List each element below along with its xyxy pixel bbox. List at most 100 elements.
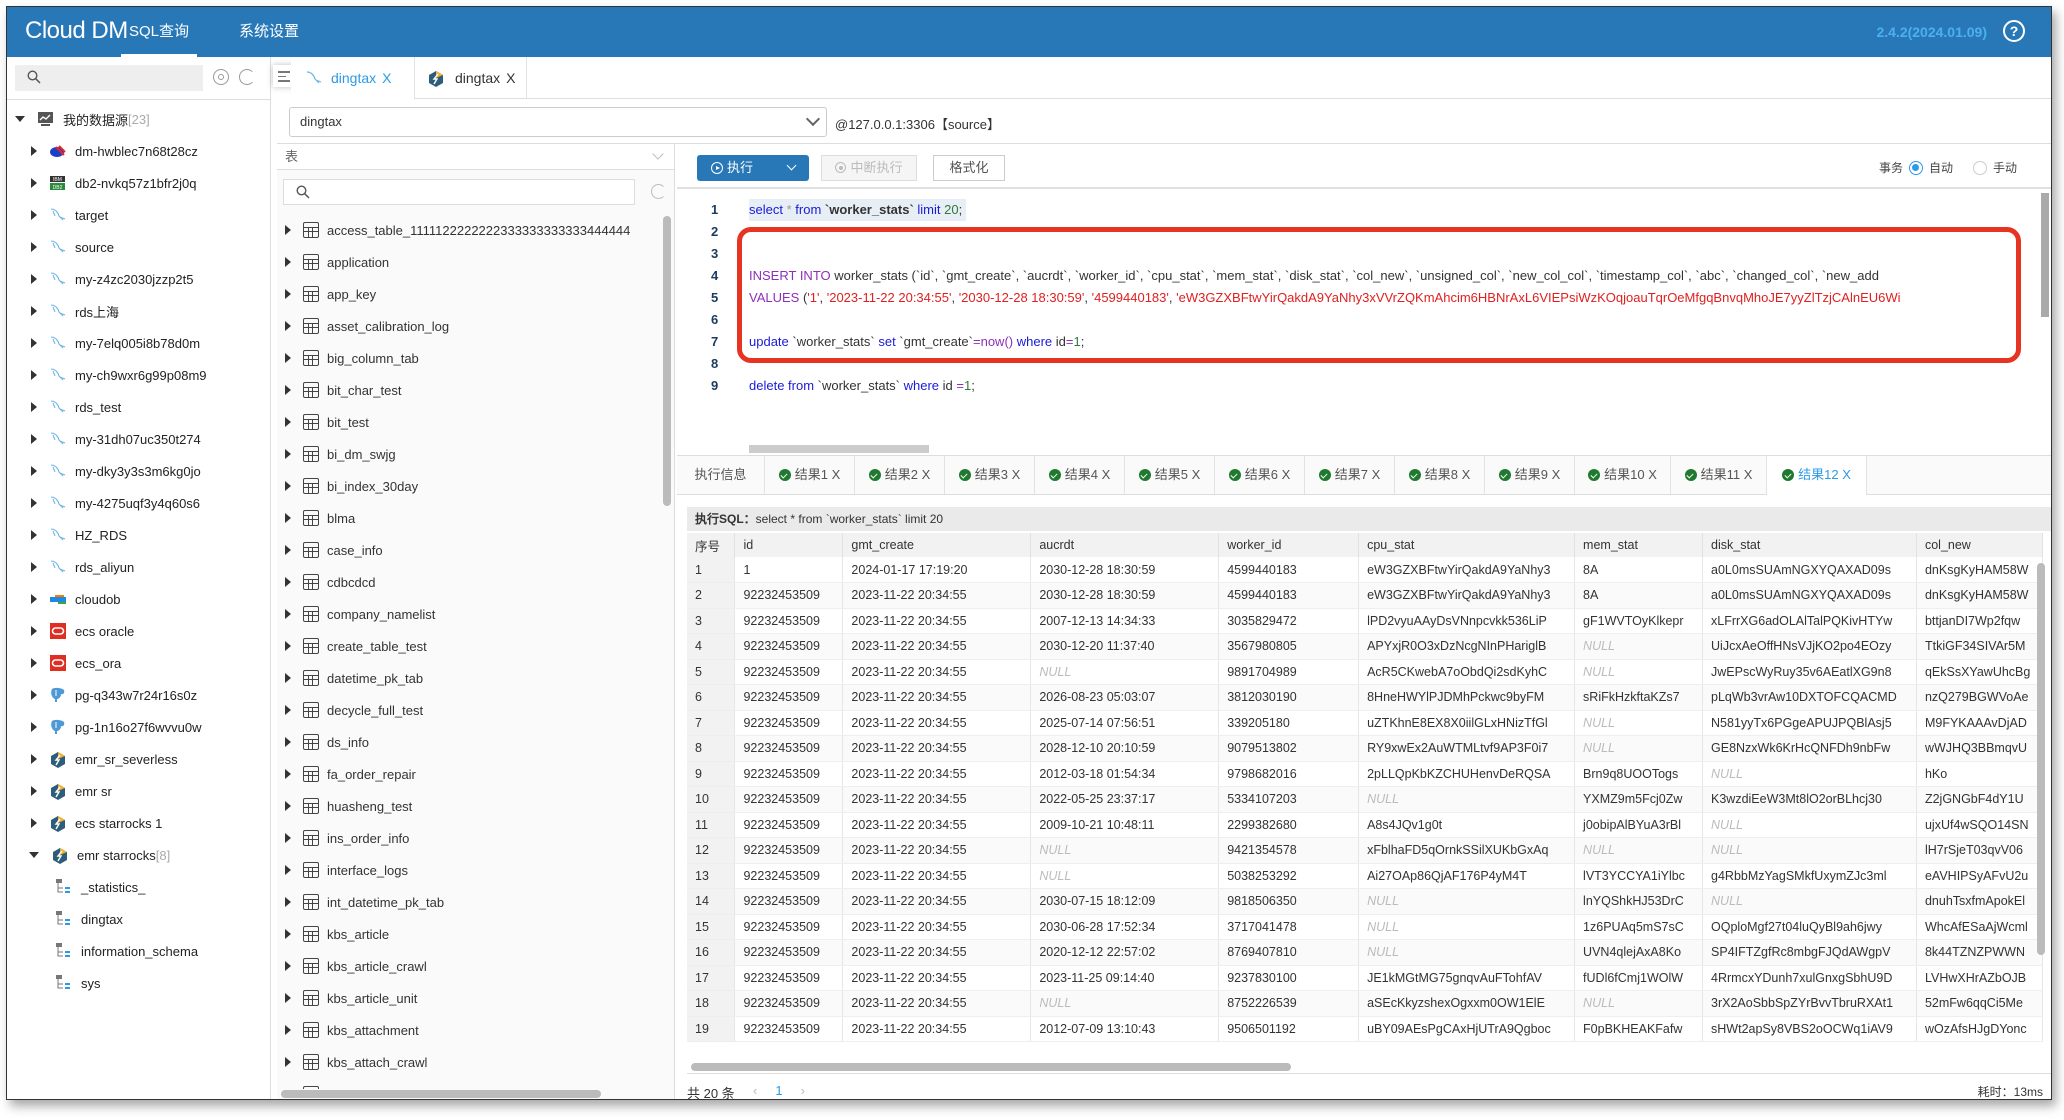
table-item[interactable]: application	[277, 246, 661, 278]
datasource-item-expanded[interactable]: emr starrocks [8]	[7, 839, 270, 871]
datasource-item[interactable]: ecs_ora	[7, 647, 270, 679]
table-cell[interactable]: 92232453509	[734, 786, 844, 813]
caret-right-icon[interactable]	[31, 754, 37, 764]
table-item[interactable]: access_table_111112222222233333333333344…	[277, 214, 661, 246]
result-tab[interactable]: 结果3 X	[945, 456, 1035, 494]
close-tab-icon[interactable]: X	[832, 467, 841, 482]
table-item[interactable]: fa_order_repair	[277, 758, 661, 790]
caret-right-icon[interactable]	[31, 402, 37, 412]
caret-right-icon[interactable]	[285, 385, 291, 395]
table-cell[interactable]: dnKsgKyHAM58W	[1916, 557, 2043, 583]
close-tab-icon[interactable]: X	[1012, 467, 1021, 482]
tree-root[interactable]: 我的数据源 [23]	[7, 103, 270, 135]
table-cell[interactable]: lPD2vyuAAyDsVNnpcvkk536LiP	[1358, 608, 1576, 634]
database-select[interactable]: dingtax	[289, 107, 827, 137]
column-header[interactable]: gmt_create	[842, 533, 1032, 557]
table-cell[interactable]: nzQ279BGWVoAe	[1916, 684, 2043, 711]
object-type-select[interactable]: 表	[277, 144, 674, 170]
caret-right-icon[interactable]	[285, 641, 291, 651]
table-cell[interactable]: a0L0msSUAmNGXYQAXAD09s	[1702, 557, 1917, 583]
result-grid-vscrollbar[interactable]	[2037, 563, 2045, 955]
table-cell[interactable]: F0pBKHEAKFafw	[1574, 1016, 1704, 1042]
table-item[interactable]: kbs_article_unit	[277, 982, 661, 1014]
table-item[interactable]: kbs_article_crawl	[277, 950, 661, 982]
table-cell[interactable]: 2020-12-12 22:57:02	[1030, 939, 1220, 966]
table-row[interactable]: 15 92232453509 2023-11-22 20:34:55 2030-06-…	[687, 914, 2043, 940]
table-cell[interactable]: 9079513802	[1218, 735, 1360, 762]
nav-tab-sql-query[interactable]: SQL查询	[120, 7, 198, 57]
caret-right-icon[interactable]	[31, 722, 37, 732]
table-list-hscrollbar[interactable]	[281, 1090, 601, 1098]
table-cell[interactable]: uBY09AEsPgCAxHjUTrA9Qgboc	[1358, 1016, 1576, 1042]
result-tab[interactable]: 结果11 X	[1671, 456, 1767, 494]
column-header[interactable]: col_new	[1916, 533, 2043, 557]
table-cell[interactable]: hKo	[1916, 761, 2043, 787]
datasource-item[interactable]: my-dky3y3s3m6kg0jo	[7, 455, 270, 487]
caret-right-icon[interactable]	[31, 818, 37, 828]
close-tab-icon[interactable]: X	[1648, 467, 1657, 482]
table-cell[interactable]: 8A	[1574, 557, 1704, 583]
table-item[interactable]: blma	[277, 502, 661, 534]
datasource-item[interactable]: my-z4zc2030jzzp2t5	[7, 263, 270, 295]
table-item[interactable]: kbs_attachment	[277, 1014, 661, 1046]
datasource-item[interactable]: cloudob	[7, 583, 270, 615]
schema-item[interactable]: sys	[7, 967, 270, 999]
table-item[interactable]: bit_char_test	[277, 374, 661, 406]
table-item[interactable]: kbs_article	[277, 918, 661, 950]
table-cell[interactable]: NULL	[1574, 990, 1704, 1017]
table-cell[interactable]: 2023-11-22 20:34:55	[842, 837, 1032, 864]
execute-dropdown-icon[interactable]	[786, 160, 797, 171]
datasource-item[interactable]: target	[7, 199, 270, 231]
table-cell[interactable]: 2023-11-22 20:34:55	[842, 863, 1032, 889]
caret-right-icon[interactable]	[285, 1025, 291, 1035]
datasource-item[interactable]: my-4275uqf3y4q60s6	[7, 487, 270, 519]
caret-down-icon[interactable]	[29, 852, 39, 858]
table-item[interactable]: company_namelist	[277, 598, 661, 630]
table-row[interactable]: 9 92232453509 2023-11-22 20:34:55 2012-03-1…	[687, 761, 2043, 787]
caret-right-icon[interactable]	[285, 225, 291, 235]
caret-right-icon[interactable]	[285, 449, 291, 459]
table-cell[interactable]: NULL	[1702, 888, 1917, 915]
table-cell[interactable]: 4599440183	[1218, 557, 1360, 583]
table-cell[interactable]: 1z6PUAq5mS7sC	[1574, 914, 1704, 940]
table-search-input[interactable]	[283, 179, 635, 205]
caret-right-icon[interactable]	[31, 594, 37, 604]
table-cell[interactable]: lH7rSjeT03qvV06	[1916, 837, 2043, 864]
result-tab[interactable]: 结果6 X	[1215, 456, 1305, 494]
table-cell[interactable]: NULL	[1358, 939, 1576, 966]
table-cell[interactable]: 2030-12-28 18:30:59	[1030, 557, 1220, 583]
table-row[interactable]: 17 92232453509 2023-11-22 20:34:55 2023-11-…	[687, 965, 2043, 991]
table-cell[interactable]: 8HneHWYlPJDMhPckwc9byFM	[1358, 684, 1576, 711]
table-cell[interactable]: eW3GZXBFtwYirQakdA9YaNhy3	[1358, 582, 1576, 609]
table-cell[interactable]: Ai27OAp86QjAF176P4yM4T	[1358, 863, 1576, 889]
table-cell[interactable]: qEkSsXYawUhcBg	[1916, 659, 2043, 685]
format-button[interactable]: 格式化	[933, 155, 1005, 181]
caret-right-icon[interactable]	[285, 801, 291, 811]
table-row[interactable]: 16 92232453509 2023-11-22 20:34:55 2020-12-…	[687, 939, 2043, 966]
help-icon[interactable]: ?	[2003, 20, 2025, 42]
table-cell[interactable]: 4RrmcxYDunh7xulGnxgSbhU9D	[1702, 965, 1917, 991]
table-cell[interactable]: 92232453509	[734, 633, 844, 660]
caret-right-icon[interactable]	[31, 370, 37, 380]
table-cell[interactable]: 2023-11-22 20:34:55	[842, 684, 1032, 711]
table-item[interactable]: big_column_tab	[277, 342, 661, 374]
table-cell[interactable]: 2023-11-22 20:34:55	[842, 761, 1032, 787]
caret-right-icon[interactable]	[285, 673, 291, 683]
table-item[interactable]: int_datetime_pk_tab	[277, 886, 661, 918]
table-cell[interactable]: 2023-11-22 20:34:55	[842, 633, 1032, 660]
table-cell[interactable]: 2023-11-22 20:34:55	[842, 1016, 1032, 1042]
datasource-item[interactable]: HZ_RDS	[7, 519, 270, 551]
table-cell[interactable]: NULL	[1574, 735, 1704, 762]
table-item[interactable]: bi_index_30day	[277, 470, 661, 502]
caret-right-icon[interactable]	[285, 769, 291, 779]
caret-right-icon[interactable]	[31, 658, 37, 668]
table-item[interactable]: bit_test	[277, 406, 661, 438]
table-cell[interactable]: 92232453509	[734, 965, 844, 991]
table-cell[interactable]: 92232453509	[734, 735, 844, 762]
datasource-item[interactable]: rds_aliyun	[7, 551, 270, 583]
table-list-scrollbar[interactable]	[663, 216, 671, 506]
table-item[interactable]: cdbcdcd	[277, 566, 661, 598]
table-cell[interactable]: 92232453509	[734, 863, 844, 889]
table-cell[interactable]: 2023-11-22 20:34:55	[842, 659, 1032, 685]
editor-tab-dingtax-mysql[interactable]: dingtax X	[291, 57, 415, 99]
